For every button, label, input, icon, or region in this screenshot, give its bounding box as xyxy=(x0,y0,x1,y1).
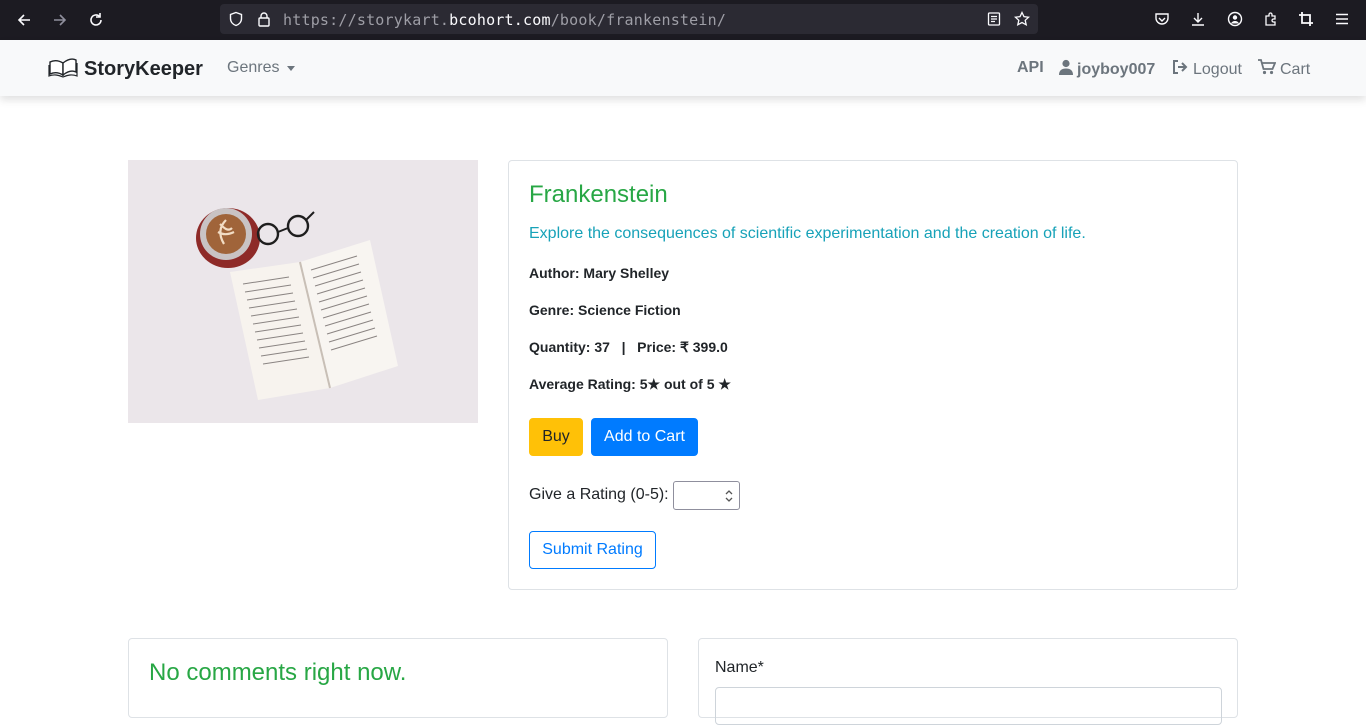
crop-icon[interactable] xyxy=(1296,9,1316,29)
extensions-icon[interactable] xyxy=(1261,9,1281,29)
api-link[interactable]: API xyxy=(1017,59,1044,77)
cart-label: Cart xyxy=(1280,60,1311,78)
downloads-icon[interactable] xyxy=(1188,9,1208,29)
bookmark-star-icon[interactable] xyxy=(1012,9,1032,29)
rating-input[interactable] xyxy=(673,481,740,510)
logout-link[interactable]: Logout xyxy=(1172,59,1242,80)
book-genre: Genre: Science Fiction xyxy=(529,302,681,318)
user-icon xyxy=(1059,59,1073,80)
shopping-cart-icon xyxy=(1258,59,1277,80)
spinner-arrows-icon[interactable] xyxy=(722,485,736,506)
account-icon[interactable] xyxy=(1225,9,1245,29)
add-to-cart-button[interactable]: Add to Cart xyxy=(591,418,698,456)
brand-name: StoryKeeper xyxy=(84,58,203,80)
shield-icon[interactable] xyxy=(226,9,246,29)
pocket-icon[interactable] xyxy=(1152,9,1172,29)
sign-out-icon xyxy=(1172,59,1188,80)
browser-toolbar: https://storykart.bcohort.com/book/frank… xyxy=(0,0,1366,40)
book-description: Explore the consequences of scientific e… xyxy=(529,225,1086,242)
site-navbar: StoryKeeper Genres API joyboy007 Logout … xyxy=(0,40,1366,96)
comment-form-card: Name* xyxy=(698,638,1238,725)
rating-label: Give a Rating (0-5): xyxy=(529,486,669,503)
submit-rating-button[interactable]: Submit Rating xyxy=(529,531,656,569)
open-book-icon xyxy=(48,56,78,83)
reload-icon[interactable] xyxy=(84,8,108,32)
api-label: API xyxy=(1017,59,1044,76)
menu-icon[interactable] xyxy=(1332,9,1352,29)
forward-icon[interactable] xyxy=(48,8,72,32)
reader-view-icon[interactable] xyxy=(984,9,1004,29)
book-author: Author: Mary Shelley xyxy=(529,265,670,281)
genres-dropdown[interactable]: Genres xyxy=(227,59,296,77)
logout-label: Logout xyxy=(1193,60,1242,78)
no-comments-message: No comments right now. xyxy=(149,659,407,686)
brand-link[interactable]: StoryKeeper xyxy=(48,56,203,83)
username-label: joyboy007 xyxy=(1077,60,1156,78)
book-title: Frankenstein xyxy=(529,181,668,208)
genres-label: Genres xyxy=(227,59,280,76)
comments-card: No comments right now. xyxy=(128,638,668,718)
url-bar[interactable]: https://storykart.bcohort.com/book/frank… xyxy=(220,4,1038,34)
lock-icon[interactable] xyxy=(254,9,274,29)
book-average-rating: Average Rating: 5★ out of 5 ★ xyxy=(529,376,731,392)
profile-link[interactable]: joyboy007 xyxy=(1059,59,1155,80)
caret-down-icon xyxy=(287,65,296,71)
url-text[interactable]: https://storykart.bcohort.com/book/frank… xyxy=(283,11,726,29)
buy-button[interactable]: Buy xyxy=(529,418,583,456)
cart-link[interactable]: Cart xyxy=(1258,59,1310,80)
name-label: Name* xyxy=(715,659,764,676)
book-cover-image xyxy=(128,160,478,423)
book-quantity-price: Quantity: 37 | Price: ₹ 399.0 xyxy=(529,339,728,355)
name-input[interactable] xyxy=(715,687,1222,725)
back-icon[interactable] xyxy=(12,8,36,32)
book-details-card: Frankenstein Explore the consequences of… xyxy=(508,160,1238,590)
